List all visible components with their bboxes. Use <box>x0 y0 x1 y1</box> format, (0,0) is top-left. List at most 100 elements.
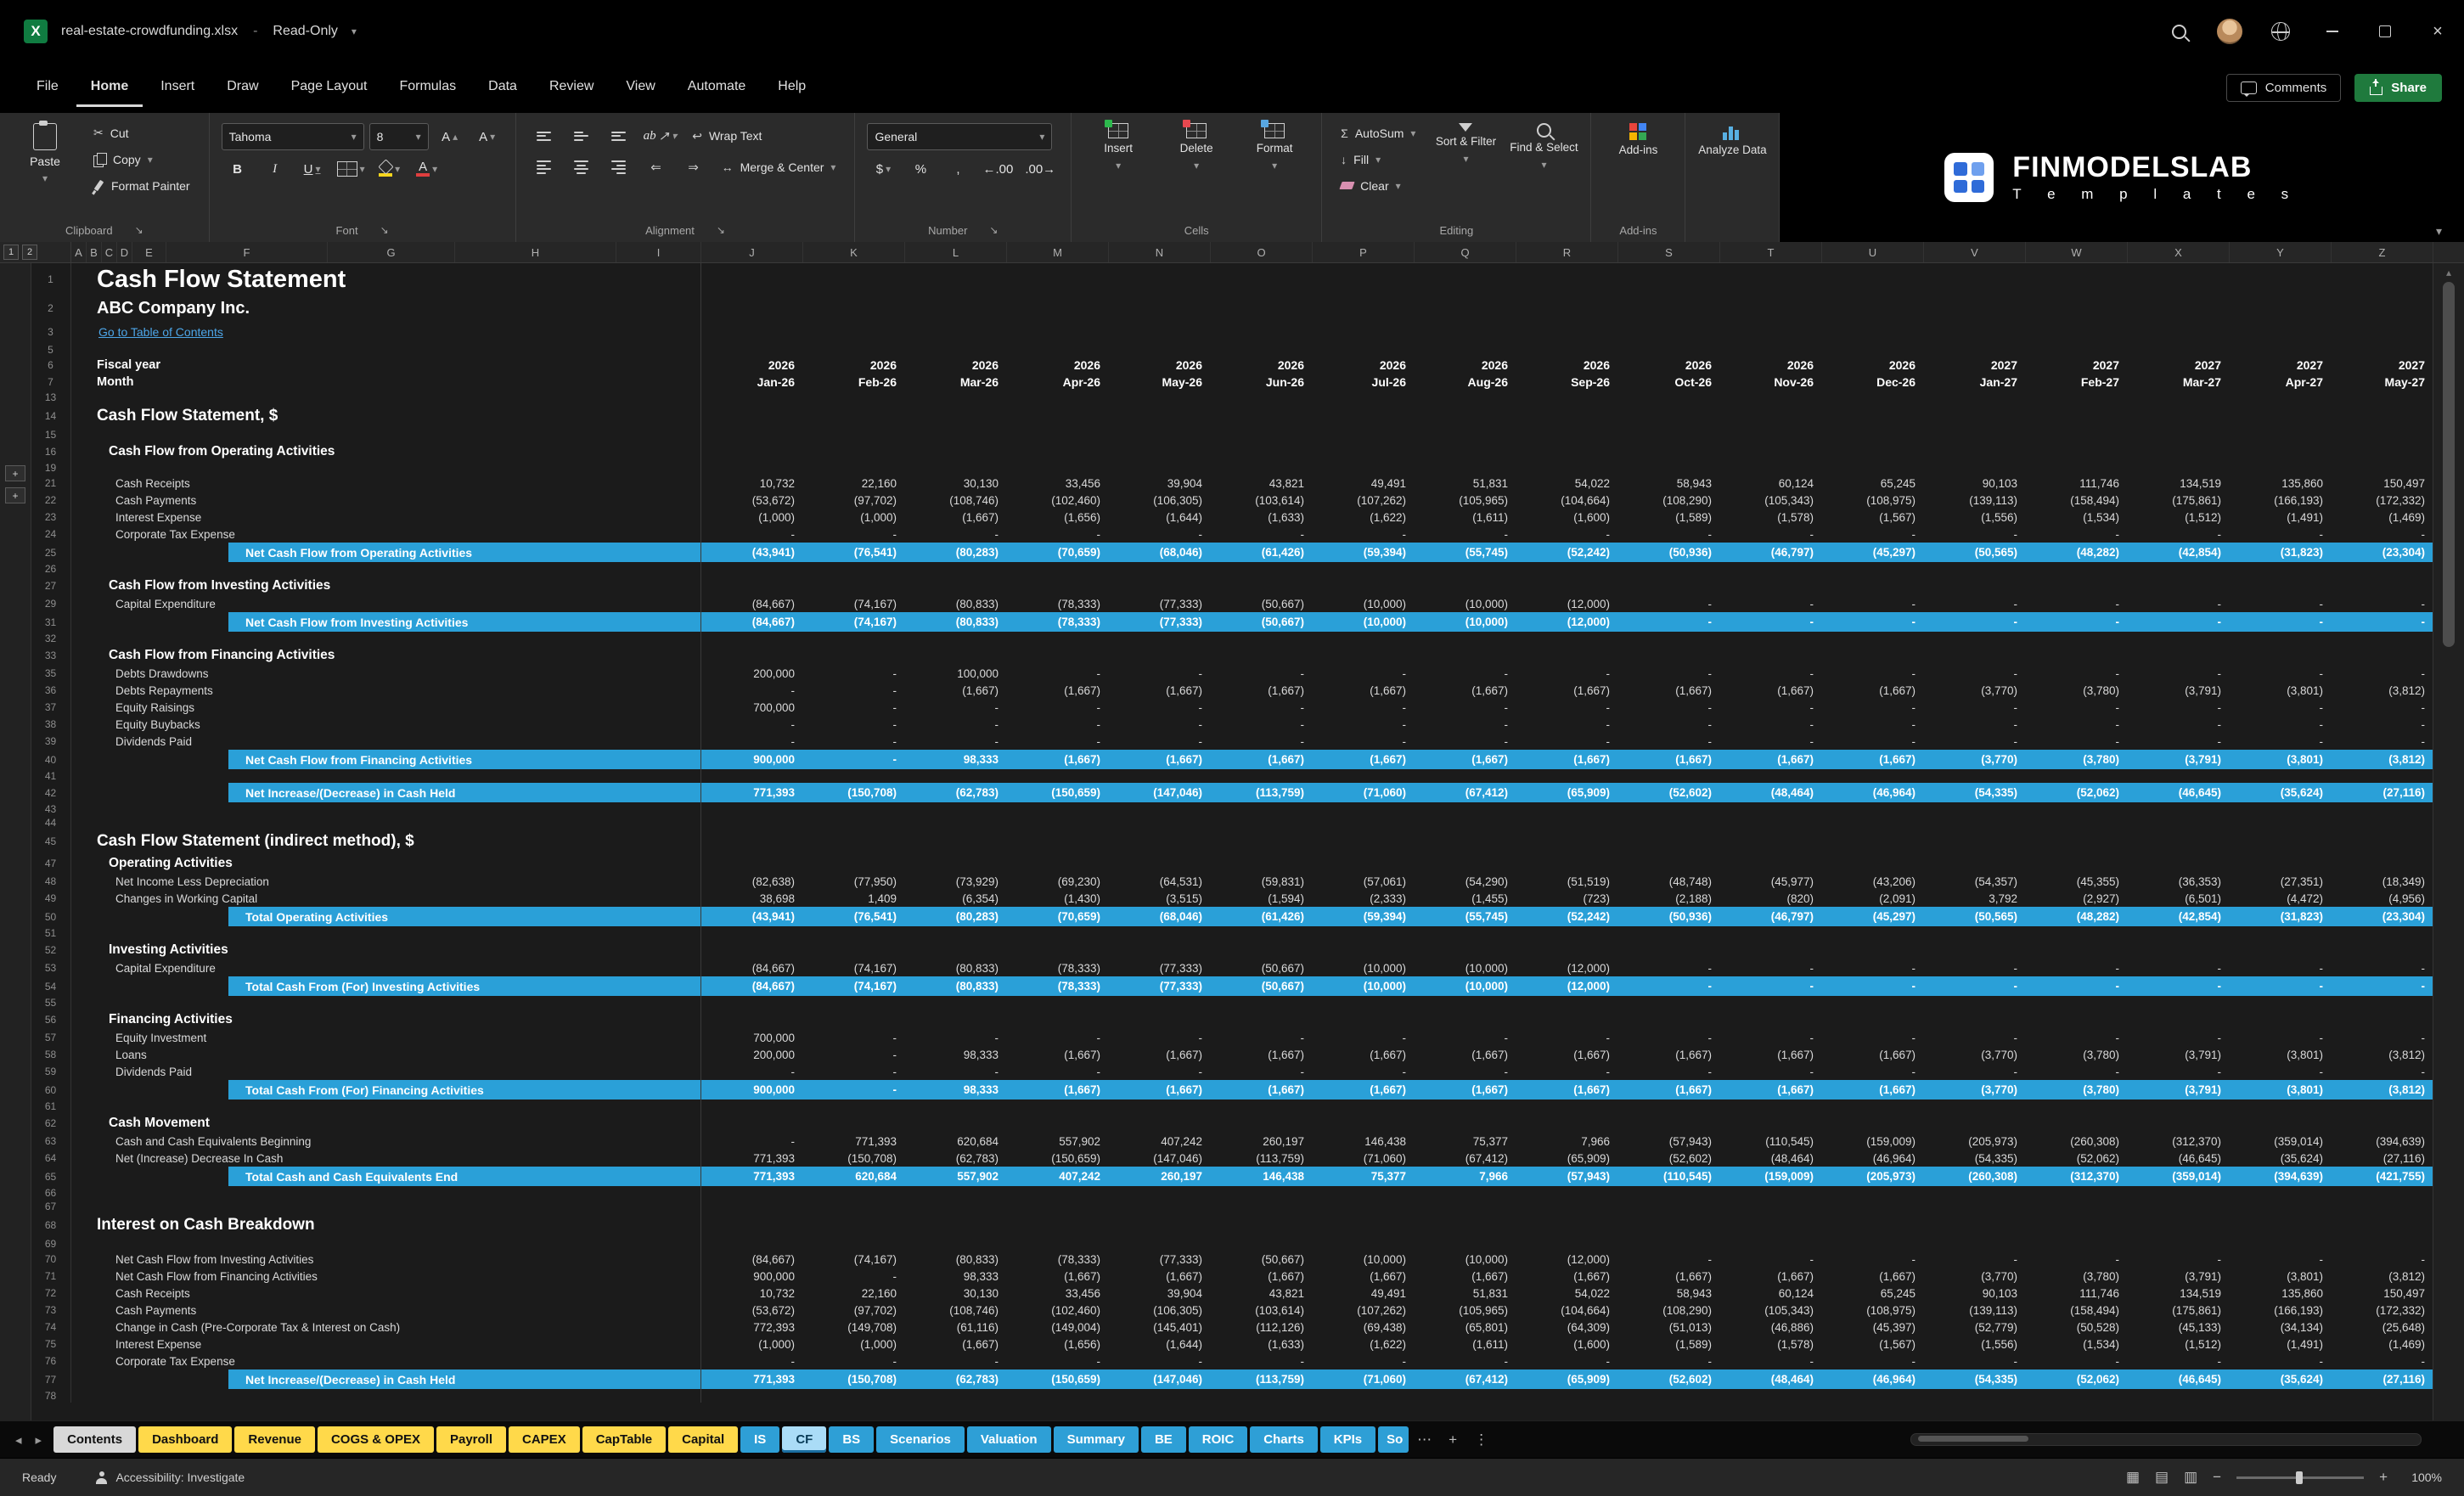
cell[interactable]: 2026 <box>905 357 1007 374</box>
cell[interactable]: - <box>1109 716 1211 733</box>
row-label-cell[interactable]: Investing Activities <box>71 940 701 959</box>
cell[interactable]: (1,622) <box>1313 509 1415 526</box>
row-label-cell[interactable]: Net Income Less Depreciation <box>71 873 701 890</box>
cell[interactable]: (1,667) <box>1618 1046 1720 1063</box>
cell[interactable]: (1,667) <box>1618 1080 1720 1100</box>
column-header-Z[interactable]: Z <box>2332 242 2433 262</box>
cell[interactable]: - <box>803 733 905 750</box>
cell[interactable]: (52,602) <box>1618 783 1720 802</box>
row-number[interactable]: 29 <box>31 595 71 612</box>
cell[interactable]: (3,812) <box>2332 1046 2433 1063</box>
row-label-cell[interactable]: Corporate Tax Expense <box>71 526 701 543</box>
cell[interactable]: (166,193) <box>2230 492 2332 509</box>
cell[interactable]: (150,659) <box>1007 1369 1109 1389</box>
cell[interactable]: - <box>1313 716 1415 733</box>
row-number[interactable]: 61 <box>31 1100 71 1113</box>
cell[interactable]: - <box>1516 733 1618 750</box>
cell[interactable]: - <box>1822 976 1924 996</box>
cell[interactable]: - <box>1618 716 1720 733</box>
cell[interactable]: (10,000) <box>1415 595 1516 612</box>
cell[interactable]: (10,000) <box>1415 612 1516 632</box>
font-name-select[interactable]: Tahoma▾ <box>222 123 364 150</box>
cell[interactable]: - <box>2332 716 2433 733</box>
cell[interactable]: (421,755) <box>2332 1167 2433 1186</box>
cell[interactable]: 2026 <box>1109 357 1211 374</box>
cell[interactable]: (31,823) <box>2230 543 2332 562</box>
cell[interactable]: 30,130 <box>905 475 1007 492</box>
row-number[interactable]: 65 <box>31 1167 71 1186</box>
cell[interactable]: (1,578) <box>1720 509 1822 526</box>
cell[interactable]: (1,567) <box>1822 1336 1924 1353</box>
row-number[interactable]: 76 <box>31 1353 71 1369</box>
cell[interactable]: (67,412) <box>1415 1369 1516 1389</box>
cell[interactable]: (84,667) <box>701 1251 803 1268</box>
row-label-cell[interactable]: Operating Activities <box>71 853 701 873</box>
cell[interactable]: 90,103 <box>1924 475 2026 492</box>
row-label-cell[interactable] <box>71 1186 701 1200</box>
cell[interactable]: (45,133) <box>2128 1319 2230 1336</box>
cell[interactable]: 2026 <box>1415 357 1516 374</box>
cell[interactable]: (1,667) <box>1516 1268 1618 1285</box>
cell[interactable]: (175,861) <box>2128 1302 2230 1319</box>
cell[interactable]: 75,377 <box>1415 1133 1516 1150</box>
cell[interactable]: (50,528) <box>2026 1319 2128 1336</box>
cell[interactable]: - <box>1211 716 1313 733</box>
cell[interactable]: (1,491) <box>2230 1336 2332 1353</box>
cell[interactable]: (3,801) <box>2230 750 2332 769</box>
insert-cells-button[interactable]: Insert▾ <box>1083 120 1153 172</box>
cell[interactable]: (147,046) <box>1109 1369 1211 1389</box>
cell[interactable]: - <box>2332 665 2433 682</box>
sheet-tab-contents[interactable]: Contents <box>53 1426 136 1453</box>
cell[interactable]: (78,333) <box>1007 976 1109 996</box>
sheet-tab-revenue[interactable]: Revenue <box>234 1426 315 1453</box>
row-label-cell[interactable] <box>71 926 701 940</box>
cell[interactable]: 771,393 <box>701 1167 803 1186</box>
cell[interactable]: (54,290) <box>1415 873 1516 890</box>
cell[interactable]: - <box>1211 665 1313 682</box>
more-sheets-button[interactable]: ⋯ <box>1409 1431 1440 1448</box>
cell[interactable]: Mar-26 <box>905 374 1007 391</box>
cell[interactable]: (150,659) <box>1007 783 1109 802</box>
row-label-cell[interactable]: Total Cash and Cash Equivalents End <box>71 1167 701 1186</box>
menu-help[interactable]: Help <box>763 69 820 107</box>
cell[interactable]: (112,126) <box>1211 1319 1313 1336</box>
cell[interactable]: (50,667) <box>1211 1251 1313 1268</box>
cell[interactable]: - <box>2332 733 2433 750</box>
row-label-cell[interactable] <box>71 996 701 1010</box>
cell[interactable]: - <box>1924 665 2026 682</box>
cell[interactable]: (159,009) <box>1822 1133 1924 1150</box>
cell[interactable]: - <box>2230 959 2332 976</box>
cell[interactable]: (1,667) <box>1313 682 1415 699</box>
title-chevron-down-icon[interactable]: ▾ <box>352 25 357 37</box>
cell[interactable]: (45,355) <box>2026 873 2128 890</box>
zoom-in-button[interactable]: + <box>2379 1469 2388 1486</box>
cell[interactable]: 49,491 <box>1313 475 1415 492</box>
cell[interactable]: (1,455) <box>1415 890 1516 907</box>
cell[interactable]: 2026 <box>1007 357 1109 374</box>
row-label-cell[interactable]: Interest on Cash Breakdown <box>71 1213 701 1237</box>
cell[interactable]: - <box>701 682 803 699</box>
cell[interactable]: (62,783) <box>905 783 1007 802</box>
increase-indent-button[interactable]: ⇒ <box>678 155 710 180</box>
cell[interactable]: - <box>1924 1251 2026 1268</box>
cell[interactable]: - <box>2026 665 2128 682</box>
cell[interactable]: 2026 <box>1720 357 1822 374</box>
cell[interactable]: (4,472) <box>2230 890 2332 907</box>
cell[interactable]: - <box>1822 1063 1924 1080</box>
cell[interactable]: (1,667) <box>1822 682 1924 699</box>
cell[interactable]: (36,353) <box>2128 873 2230 890</box>
cell[interactable]: (1,589) <box>1618 509 1720 526</box>
cell[interactable]: (53,672) <box>701 492 803 509</box>
cell[interactable]: (64,309) <box>1516 1319 1618 1336</box>
cell[interactable]: (103,614) <box>1211 1302 1313 1319</box>
sheet-tab-valuation[interactable]: Valuation <box>967 1426 1051 1453</box>
row-number[interactable]: 67 <box>31 1200 71 1213</box>
cell[interactable]: - <box>2332 612 2433 632</box>
cell[interactable]: (105,343) <box>1720 492 1822 509</box>
cell[interactable]: (3,791) <box>2128 1046 2230 1063</box>
cell[interactable]: 54,022 <box>1516 1285 1618 1302</box>
cell[interactable]: (394,639) <box>2230 1167 2332 1186</box>
cell[interactable]: 98,333 <box>905 1046 1007 1063</box>
cell[interactable]: (62,783) <box>905 1150 1007 1167</box>
cell[interactable]: (3,770) <box>1924 1080 2026 1100</box>
